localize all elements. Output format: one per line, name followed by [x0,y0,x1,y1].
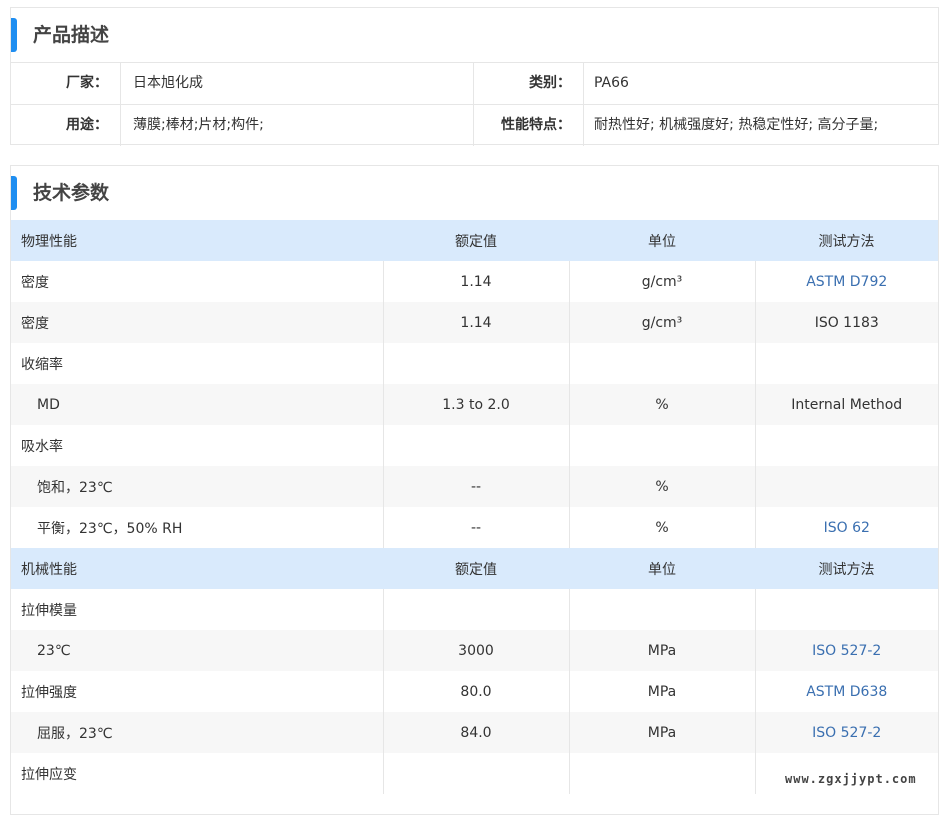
unit-cell: g/cm³ [569,302,756,343]
description-title: 产品描述 [33,24,110,46]
unit-cell: % [569,507,756,548]
property-cell: 密度 [11,261,384,302]
table-row: 密度 1.14 g/cm³ ASTM D792 [11,261,938,302]
label-usage: 用途： [11,105,121,146]
value-cell [383,425,570,466]
method-cell [755,425,938,466]
value-cell [383,589,570,630]
table-row: 拉伸模量 [11,589,938,630]
value-cell: 80.0 [383,671,570,712]
table-row: MD 1.3 to 2.0% Internal Method [11,384,938,425]
method-cell: Internal Method [755,384,938,425]
property-cell: MD [11,384,384,425]
value-cell: -- [383,466,570,507]
value-category: PA66 [594,75,629,91]
unit-cell: % [569,466,756,507]
label-manufacturer: 厂家： [11,63,121,104]
value-cell: 84.0 [383,712,570,753]
table-section-header: 机械性能 额定值 单位 测试方法 [11,548,938,589]
label-category: 类别： [474,63,584,104]
table-row: 拉伸强度 80.0 MPa ASTM D638 [11,671,938,712]
property-cell: 吸水率 [11,425,384,466]
description-header: 产品描述 [11,8,938,63]
value-cell [383,753,570,794]
unit-cell [569,753,756,794]
value-cell: 1.14 [383,302,570,343]
method-cell: ISO 1183 [755,302,938,343]
value-manufacturer: 日本旭化成 [121,63,474,104]
table-row: 平衡，23℃，50% RH --% ISO 62 [11,507,938,548]
value-cell: 3000 [383,630,570,671]
value-features: 耐热性好; 机械强度好; 热稳定性好; 高分子量; [594,117,879,133]
unit-cell: MPa [569,712,756,753]
description-row: 用途： 薄膜;棒材;片材;构件; 性能特点： 耐热性好; 机械强度好; 热稳定性… [11,105,938,146]
watermark: www.zgxjjypt.com [785,772,917,786]
method-cell [755,589,938,630]
col-value-header: 额定值 [383,220,569,261]
col-unit-header: 单位 [569,220,755,261]
test-method-link[interactable]: ISO 527-2 [755,712,938,753]
product-description-panel: 产品描述 厂家： 日本旭化成 类别： PA66 用途： 薄膜;棒材;片材;构件;… [10,7,939,146]
accent-bar [11,18,17,52]
accent-bar [11,176,17,210]
table-row: 收缩率 [11,343,938,384]
col-property-header: 物理性能 [11,220,383,261]
col-property-header: 机械性能 [11,548,383,589]
tech-title: 技术参数 [33,182,110,204]
col-unit-header: 单位 [569,548,755,589]
value-cell [383,343,570,384]
col-method-header: 测试方法 [755,548,938,589]
value-cell: -- [383,507,570,548]
unit-cell: MPa [569,630,756,671]
value-cell: 1.14 [383,261,570,302]
label-features: 性能特点： [474,105,584,146]
technical-parameters-panel: 技术参数 物理性能 额定值 单位 测试方法 密度 1.14 g/cm³ ASTM D792 密度… [10,165,939,815]
col-method-header: 测试方法 [755,220,938,261]
table-row: 屈服，23℃ 84.0 MPa ISO 527-2 [11,712,938,753]
unit-cell [569,425,756,466]
test-method-link[interactable]: ASTM D638 [755,671,938,712]
description-row: 厂家： 日本旭化成 类别： PA66 [11,63,938,105]
property-cell: 拉伸模量 [11,589,384,630]
property-cell: 23℃ [11,630,384,671]
table-section-header: 物理性能 额定值 单位 测试方法 [11,220,938,261]
properties-table: 物理性能 额定值 单位 测试方法 密度 1.14 g/cm³ ASTM D792 密度 1.14 g… [11,220,938,794]
unit-cell [569,343,756,384]
unit-cell: MPa [569,671,756,712]
property-cell: 屈服，23℃ [11,712,384,753]
property-cell: 拉伸应变 [11,753,384,794]
col-value-header: 额定值 [383,548,569,589]
test-method-link[interactable]: ISO 62 [755,507,938,548]
table-row: 23℃ 3000 MPa ISO 527-2 [11,630,938,671]
property-cell: 饱和，23℃ [11,466,384,507]
value-cell: 1.3 to 2.0 [383,384,570,425]
method-cell [755,343,938,384]
property-cell: 平衡，23℃，50% RH [11,507,384,548]
property-cell: 密度 [11,302,384,343]
unit-cell: g/cm³ [569,261,756,302]
table-row: 饱和，23℃ --% [11,466,938,507]
test-method-link[interactable]: ISO 527-2 [755,630,938,671]
value-usage: 薄膜;棒材;片材;构件; [121,105,474,146]
unit-cell: % [569,384,756,425]
table-row: 吸水率 [11,425,938,466]
property-cell: 拉伸强度 [11,671,384,712]
table-row: 密度 1.14 g/cm³ ISO 1183 [11,302,938,343]
test-method-link[interactable]: ASTM D792 [755,261,938,302]
property-cell: 收缩率 [11,343,384,384]
method-cell [755,466,938,507]
unit-cell [569,589,756,630]
tech-header: 技术参数 [11,166,938,220]
